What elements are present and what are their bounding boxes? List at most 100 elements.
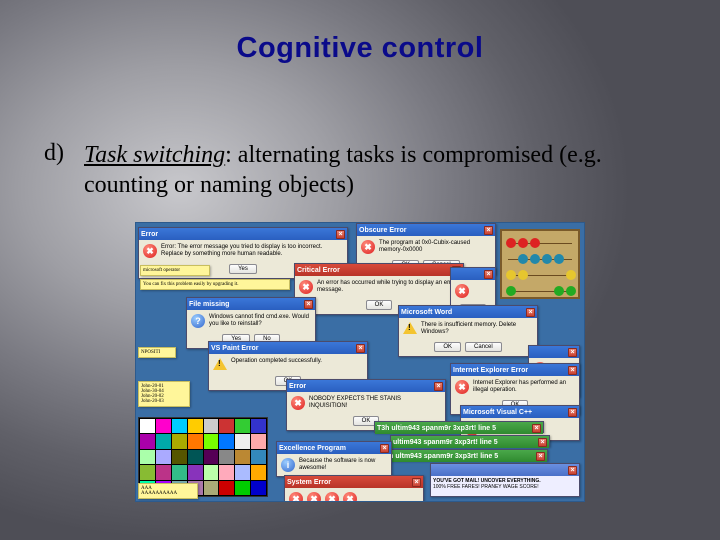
yes-button: Yes	[229, 264, 257, 274]
titlebar: System Error×	[285, 476, 423, 488]
spam-titlebar: ultim943 spanm9r 3xp3rt! line 5×	[390, 435, 550, 447]
sticky-note: AAA AAAAAAAAAA	[138, 483, 198, 499]
ok-button: OK	[366, 300, 393, 310]
abacus-bead	[506, 270, 516, 280]
dialog-message: NOBODY EXPECTS THE STANIS INQUISITION!	[309, 396, 441, 410]
grid-icon	[172, 450, 187, 464]
abacus-bead	[566, 270, 576, 280]
grid-icon	[188, 434, 203, 448]
abacus-bead	[518, 254, 528, 264]
close-icon: ×	[484, 226, 493, 235]
close-icon: ×	[336, 230, 345, 239]
grid-icon	[188, 419, 203, 433]
close-icon: ×	[484, 270, 493, 279]
abacus-bead	[530, 238, 540, 248]
titlebar: ×	[431, 464, 579, 476]
titlebar: ultim943 spanm9r 3xp3rt! line 5×	[391, 436, 549, 448]
abacus-bead	[506, 238, 516, 248]
grid-icon	[235, 465, 250, 479]
grid-icon	[140, 419, 155, 433]
close-icon: ×	[412, 478, 421, 487]
grid-icon	[251, 434, 266, 448]
error-icon: ✖	[455, 284, 469, 298]
sticky-note: NPOSITI	[138, 347, 176, 358]
sticky-note: You can fix this problem easily by upgra…	[140, 279, 290, 290]
titlebar: Microsoft Visual C++×	[461, 406, 579, 418]
dialog-message: Internet Explorer has performed an illeg…	[473, 380, 575, 394]
titlebar: Error×	[287, 380, 445, 392]
error-icon: ✖	[291, 396, 305, 410]
ok-button: OK	[434, 342, 461, 352]
grid-icon	[204, 434, 219, 448]
dialog-message: Operation completed successfully.	[231, 358, 322, 365]
bullet-text: Task switching: alternating tasks is com…	[84, 140, 664, 200]
grid-icon	[219, 481, 234, 495]
bullet-label: d)	[44, 140, 78, 167]
error-icon: ✖	[361, 240, 375, 254]
cancel-button: Cancel	[465, 342, 502, 352]
abacus-bead	[554, 254, 564, 264]
dialog-system-error: System Error× ✖ ✖ ✖ ✖	[284, 475, 424, 502]
abacus-bead	[506, 286, 516, 296]
error-icon: ✖	[289, 492, 303, 502]
info-icon: i	[281, 458, 295, 472]
abacus-bead	[518, 270, 528, 280]
abacus-bead	[554, 286, 564, 296]
close-icon: ×	[568, 348, 577, 357]
dialog-excellence: Excellence Program× i Because the softwa…	[276, 441, 392, 477]
grid-icon	[172, 419, 187, 433]
grid-icon	[188, 465, 203, 479]
close-icon: ×	[526, 308, 535, 317]
close-icon: ×	[568, 466, 577, 475]
bullet-item: d) Task switching: alternating tasks is …	[44, 140, 676, 200]
close-icon: ×	[356, 344, 365, 353]
error-icon: ✖	[299, 280, 313, 294]
close-icon: ×	[538, 438, 547, 447]
titlebar: VS Paint Error×	[209, 342, 367, 354]
dialog-spam-mail: × YOU'VE GOT MAIL! UNCOVER EVERYTHING. 1…	[430, 463, 580, 497]
titlebar: T3h ultim943 spanm9r 3xp3rt! line 5×	[375, 422, 543, 434]
close-icon: ×	[568, 408, 577, 417]
error-icon: ✖	[325, 492, 339, 502]
warning-icon	[403, 322, 417, 334]
grid-icon	[204, 450, 219, 464]
titlebar: ×	[451, 268, 495, 280]
abacus-image	[500, 229, 580, 299]
titlebar: File missing×	[187, 298, 315, 310]
dialog-message: An error has occurred while trying to di…	[317, 280, 459, 294]
abacus-bead	[542, 254, 552, 264]
grid-icon	[251, 465, 266, 479]
dialog-message: Windows cannot find cmd.exe. Would you l…	[209, 314, 311, 328]
dialog-message: Because the software is now awesome!	[299, 458, 387, 472]
dialog-msword: Microsoft Word× There is insufficient me…	[398, 305, 538, 357]
grid-icon	[156, 465, 171, 479]
grid-icon	[204, 419, 219, 433]
titlebar: Obscure Error×	[357, 224, 495, 236]
spam-titlebar: T3h ultm943 spanm9r 3xp3rt! line 5×	[378, 449, 548, 461]
error-icon: ✖	[343, 492, 357, 502]
grid-icon	[204, 465, 219, 479]
titlebar: T3h ultm943 spanm9r 3xp3rt! line 5×	[379, 450, 547, 462]
close-icon: ×	[434, 382, 443, 391]
grid-icon	[140, 450, 155, 464]
titlebar: Error×	[139, 228, 347, 240]
warning-icon	[213, 358, 227, 370]
grid-icon	[219, 450, 234, 464]
grid-icon	[219, 465, 234, 479]
error-icon: ✖	[307, 492, 321, 502]
grid-icon	[140, 434, 155, 448]
titlebar: Critical Error×	[295, 264, 463, 276]
close-icon: ×	[380, 444, 389, 453]
sticky-note: microsoft operator	[140, 265, 210, 276]
grid-icon	[156, 419, 171, 433]
abacus-bead	[566, 286, 576, 296]
grid-icon	[204, 481, 219, 495]
grid-icon	[172, 434, 187, 448]
grid-icon	[219, 419, 234, 433]
close-icon: ×	[304, 300, 313, 309]
grid-icon	[251, 419, 266, 433]
error-icon: ✖	[455, 380, 469, 394]
spam-subtitle: 100% FREE FARES! PRANEY WAGE SCORE!	[433, 484, 577, 490]
grid-icon	[251, 450, 266, 464]
close-icon: ×	[532, 424, 541, 433]
